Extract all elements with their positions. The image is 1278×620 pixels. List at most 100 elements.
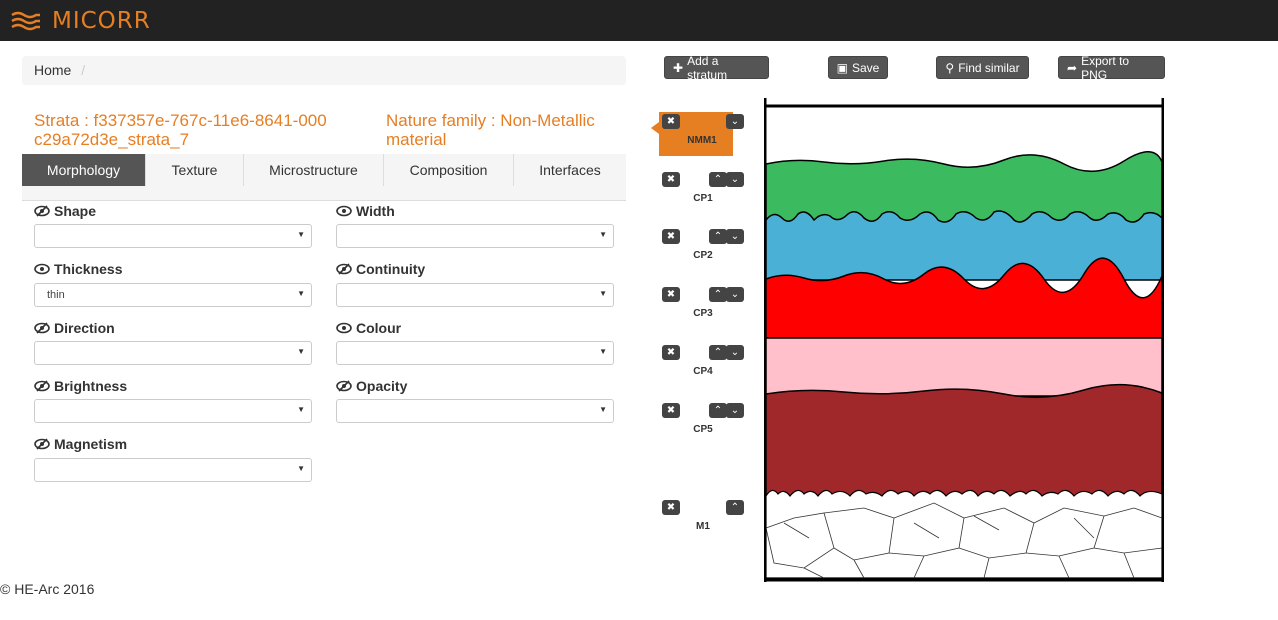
add-stratum-label: Add a stratum [687, 53, 728, 82]
stratum-nmm1-shape[interactable] [766, 106, 1162, 166]
breadcrumb-separator: / [81, 62, 86, 78]
chevron-down-icon: ▼ [297, 405, 305, 414]
chevron-down-icon: ▼ [297, 464, 305, 473]
chevron-down-icon: ▼ [297, 347, 305, 356]
delete-stratum-icon[interactable]: ✖ [662, 114, 680, 129]
brand-name[interactable]: MICORR [52, 8, 151, 34]
eye-slash-icon[interactable] [336, 263, 352, 275]
move-up-icon[interactable]: ⌃ [709, 345, 727, 360]
stratum-label-nmm1[interactable]: NMM1 [682, 135, 722, 146]
tab-microstructure[interactable]: Microstructure [244, 154, 384, 186]
breadcrumb-home[interactable]: Home [34, 62, 71, 78]
brightness-label-text: Brightness [54, 378, 128, 394]
eye-slash-icon[interactable] [336, 380, 352, 392]
brightness-select[interactable]: ▼ [34, 399, 312, 423]
thickness-label: Thickness [34, 261, 122, 277]
delete-stratum-icon[interactable]: ✖ [662, 229, 680, 244]
tab-texture[interactable]: Texture [146, 154, 244, 186]
save-button[interactable]: ▣ Save [828, 56, 888, 79]
tab-interfaces[interactable]: Interfaces [514, 154, 626, 186]
move-down-icon[interactable]: ⌄ [726, 345, 744, 360]
stratum-label-cp4[interactable]: CP4 [683, 366, 723, 377]
stratum-label-m1[interactable]: M1 [683, 521, 723, 532]
stratum-label-cp2[interactable]: CP2 [683, 250, 723, 261]
plus-icon: ✚ [673, 60, 684, 75]
direction-select[interactable]: ▼ [34, 341, 312, 365]
move-down-icon[interactable]: ⌄ [726, 114, 744, 129]
chevron-down-icon: ▼ [599, 347, 607, 356]
shape-select[interactable]: ▼ [34, 224, 312, 248]
opacity-select[interactable]: ▼ [336, 399, 614, 423]
colour-label-text: Colour [356, 320, 402, 336]
width-label-text: Width [356, 203, 395, 219]
thickness-label-text: Thickness [54, 261, 123, 277]
magnetism-label: Magnetism [34, 436, 127, 452]
export-png-label: Export to PNG [1081, 53, 1130, 82]
eye-slash-icon[interactable] [34, 380, 50, 392]
navbar: MICORR [0, 0, 1278, 41]
thickness-value: thin [47, 289, 65, 301]
direction-label: Direction [34, 320, 115, 336]
floppy-disk-icon: ▣ [836, 60, 848, 75]
move-up-icon[interactable]: ⌃ [709, 287, 727, 302]
stratum-m1-shape[interactable] [765, 489, 1163, 579]
delete-stratum-icon[interactable]: ✖ [662, 172, 680, 187]
magnetism-select[interactable]: ▼ [34, 458, 312, 482]
tab-morphology[interactable]: Morphology [22, 154, 146, 186]
move-down-icon[interactable]: ⌄ [726, 403, 744, 418]
width-label: Width [336, 203, 395, 219]
thickness-select[interactable]: thin ▼ [34, 283, 312, 307]
move-up-icon[interactable]: ⌃ [709, 229, 727, 244]
shape-label-text: Shape [54, 203, 97, 219]
eye-icon[interactable] [336, 322, 352, 334]
brightness-label: Brightness [34, 378, 127, 394]
chevron-down-icon: ▼ [599, 289, 607, 298]
chevron-down-icon: ▼ [599, 230, 607, 239]
continuity-label: Continuity [336, 261, 425, 277]
find-similar-label: Find similar [958, 60, 1020, 75]
move-up-icon[interactable]: ⌃ [709, 172, 727, 187]
save-label: Save [852, 60, 880, 75]
width-select[interactable]: ▼ [336, 224, 614, 248]
add-stratum-button[interactable]: ✚ Add a stratum [664, 53, 769, 82]
shape-label: Shape [34, 203, 96, 219]
stratum-label-cp1[interactable]: CP1 [683, 193, 723, 204]
stratum-label-cp3[interactable]: CP3 [683, 308, 723, 319]
share-arrow-icon: ➦ [1067, 60, 1078, 75]
eye-slash-icon[interactable] [34, 205, 50, 217]
opacity-label-text: Opacity [356, 378, 408, 394]
eye-slash-icon[interactable] [34, 438, 50, 450]
delete-stratum-icon[interactable]: ✖ [662, 287, 680, 302]
colour-label: Colour [336, 320, 401, 336]
chevron-down-icon: ▼ [599, 405, 607, 414]
move-down-icon[interactable]: ⌄ [726, 172, 744, 187]
eye-icon[interactable] [34, 263, 50, 275]
chevron-down-icon: ▼ [297, 230, 305, 239]
move-up-icon[interactable]: ⌃ [709, 403, 727, 418]
stratum-cp5-shape[interactable] [765, 383, 1163, 499]
direction-label-text: Direction [54, 320, 115, 336]
move-down-icon[interactable]: ⌄ [726, 287, 744, 302]
strata-diagram [764, 98, 1164, 582]
chevron-down-icon: ▼ [297, 289, 305, 298]
opacity-label: Opacity [336, 378, 407, 394]
delete-stratum-icon[interactable]: ✖ [662, 403, 680, 418]
breadcrumb: Home / [22, 56, 626, 85]
move-up-icon[interactable]: ⌃ [726, 500, 744, 515]
magnetism-label-text: Magnetism [54, 436, 128, 452]
eye-slash-icon[interactable] [34, 322, 50, 334]
tab-composition[interactable]: Composition [384, 154, 514, 186]
tab-bar: Morphology Texture Microstructure Compos… [22, 154, 626, 201]
logo-waves-icon[interactable] [10, 9, 42, 33]
continuity-select[interactable]: ▼ [336, 283, 614, 307]
find-similar-button[interactable]: ⚲ Find similar [936, 56, 1029, 79]
delete-stratum-icon[interactable]: ✖ [662, 345, 680, 360]
export-png-button[interactable]: ➦ Export to PNG [1058, 53, 1165, 82]
continuity-label-text: Continuity [356, 261, 426, 277]
nature-family: Nature family : Non-Metallic material [386, 111, 595, 149]
colour-select[interactable]: ▼ [336, 341, 614, 365]
move-down-icon[interactable]: ⌄ [726, 229, 744, 244]
stratum-label-cp5[interactable]: CP5 [683, 424, 723, 435]
delete-stratum-icon[interactable]: ✖ [662, 500, 680, 515]
eye-icon[interactable] [336, 205, 352, 217]
